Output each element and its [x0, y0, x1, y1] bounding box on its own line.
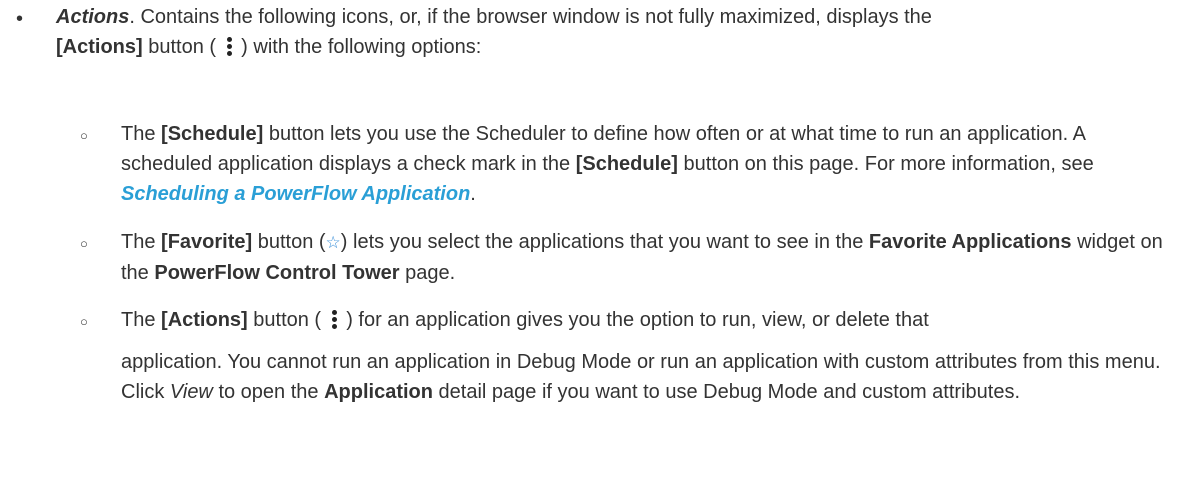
view-label: View	[169, 381, 213, 403]
text: button (	[247, 309, 327, 331]
favorite-button-label: [Favorite]	[161, 231, 253, 253]
text: page.	[399, 262, 456, 284]
scheduling-link[interactable]: Scheduling a PowerFlow Application	[121, 183, 470, 205]
kebab-menu-icon	[224, 35, 234, 57]
actions-button-label: [Actions]	[56, 36, 143, 58]
actions-title: Actions	[56, 6, 130, 28]
application-label: Application	[324, 381, 433, 403]
schedule-button-label: [Schedule]	[575, 153, 678, 175]
control-tower-label: PowerFlow Control Tower	[154, 262, 400, 284]
text: The	[121, 231, 162, 253]
document-body: • Actions. Contains the following icons,…	[0, 0, 1194, 491]
kebab-menu-icon	[329, 308, 339, 330]
text: ) with the following options:	[235, 36, 482, 58]
actions-button-label: [Actions]	[161, 309, 248, 331]
actions-description: Actions. Contains the following icons, o…	[56, 2, 1176, 62]
text: . Contains the following icons, or, if t…	[129, 6, 932, 28]
schedule-button-label: [Schedule]	[161, 123, 264, 145]
list-item-favorite: The [Favorite] button (☆) lets you selec…	[121, 227, 1181, 288]
sub-bullet: ○	[80, 236, 88, 251]
sub-bullet: ○	[80, 128, 88, 143]
text: to open the	[212, 381, 325, 403]
text: ) lets you select the applications that …	[340, 231, 869, 253]
text: button (	[142, 36, 222, 58]
text: button on this page. For more informatio…	[677, 153, 1094, 175]
text: The	[121, 309, 162, 331]
favorite-applications-label: Favorite Applications	[868, 231, 1072, 253]
bullet: •	[16, 8, 24, 30]
list-item-actions-continued: application. You cannot run an applicati…	[121, 347, 1181, 407]
text: .	[470, 183, 476, 205]
text: ) for an application gives you the optio…	[340, 309, 929, 331]
list-item-actions: The [Actions] button ( ) for an applicat…	[121, 305, 1181, 335]
text: The	[121, 123, 162, 145]
list-item-schedule: The [Schedule] button lets you use the S…	[121, 119, 1181, 209]
text: detail page if you want to use Debug Mod…	[432, 381, 1021, 403]
text: button (	[252, 231, 326, 253]
sub-bullet: ○	[80, 314, 88, 329]
star-icon: ☆	[325, 233, 341, 252]
